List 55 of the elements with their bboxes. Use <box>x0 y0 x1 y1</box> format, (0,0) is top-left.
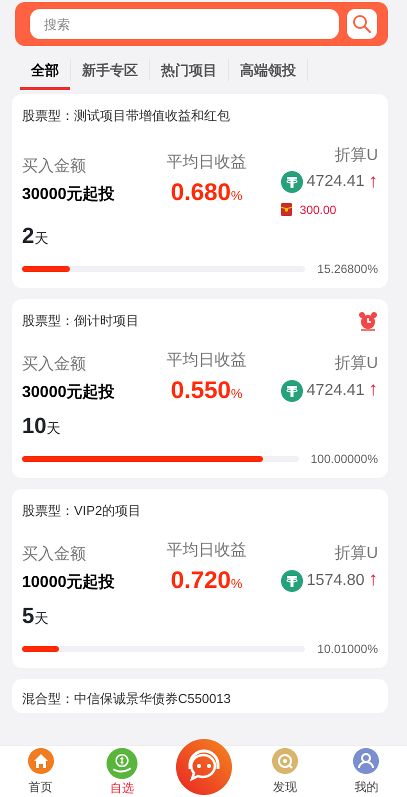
usdt-value: 4724.41 <box>306 172 364 192</box>
bonus-amount: 300.00 <box>300 202 336 218</box>
product-card[interactable]: 股票型：测试项目带增值收益和红包 买入金额 30000元起投 平均日收益 0.680% 折算U 4724.41 ↑ 300.00 2天 15.26800% <box>12 94 388 288</box>
amount-label: 买入金额 <box>22 354 87 374</box>
daily-rate: 0.550% <box>170 376 242 406</box>
convert-label: 折算U <box>334 354 378 374</box>
product-title: 股票型：测试项目带增值收益和红包 <box>22 107 230 126</box>
usdt-value: 4724.41 <box>306 380 364 400</box>
search-button[interactable] <box>347 9 377 39</box>
product-card[interactable]: 股票型：VIP2的项目 买入金额 10000元起投 平均日收益 0.720% 折算U 1574.80 ↑ 5天 10.01000% <box>12 488 388 668</box>
min-amount: 10000元起投 <box>22 572 114 592</box>
tab[interactable]: 热门项目 <box>150 50 228 90</box>
search-field[interactable]: 搜索 <box>30 9 339 39</box>
nav-tab[interactable]: 首页 <box>0 745 82 797</box>
convert-label: 折算U <box>334 544 378 564</box>
product-card[interactable]: 混合型：中信保诚景华债券C550013 <box>12 678 388 712</box>
tab[interactable]: 高端领投 <box>229 50 307 90</box>
daily-rate: 0.680% <box>170 178 242 208</box>
amount-label: 买入金额 <box>22 544 87 564</box>
trend-arrow: ↑ <box>368 378 378 402</box>
product-title: 混合型：中信保诚景华债券C550013 <box>22 690 231 708</box>
trend-arrow: ↑ <box>368 568 378 592</box>
progress-percent: 100.00000% <box>310 450 378 468</box>
progress-percent: 10.01000% <box>317 640 378 658</box>
product-title: 股票型：VIP2的项目 <box>22 502 142 520</box>
nav-tab[interactable]: 自选 <box>81 745 163 797</box>
daily-rate: 0.720% <box>170 566 242 596</box>
usdt-value: 1574.80 <box>306 570 364 590</box>
discover-icon <box>272 748 298 774</box>
rate-label: 平均日收益 <box>166 350 247 370</box>
term-days: 2天 <box>22 218 378 252</box>
trend-arrow: ↑ <box>368 170 378 194</box>
rate-label: 平均日收益 <box>166 540 247 560</box>
rate-label: 平均日收益 <box>166 153 247 174</box>
min-amount: 30000元起投 <box>22 184 114 206</box>
term-days: 10天 <box>22 408 378 442</box>
tab[interactable]: 新手专区 <box>71 50 149 90</box>
tether-icon <box>280 171 303 194</box>
service-button[interactable] <box>176 737 232 797</box>
user-icon <box>353 748 380 774</box>
home-icon <box>28 748 54 774</box>
product-title: 股票型：倒计时项目 <box>22 312 139 330</box>
product-card[interactable]: 股票型：倒计时项目 买入金额 30000元起投 平均日收益 0.550% 折算U 4724.41 ↑ 10天 100.00000% <box>12 298 388 478</box>
nav-tab[interactable]: 我的 <box>326 745 407 797</box>
nav-tab[interactable]: 发现 <box>244 745 326 797</box>
progress-percent: 15.26800% <box>317 260 378 278</box>
search-icon <box>352 14 372 34</box>
amount-label: 买入金额 <box>22 156 87 178</box>
tether-icon <box>280 570 303 592</box>
term-days: 5天 <box>22 598 378 632</box>
min-amount: 30000元起投 <box>22 382 114 402</box>
tether-icon <box>280 380 303 402</box>
convert-label: 折算U <box>334 146 378 166</box>
coin-hand-icon <box>106 748 138 779</box>
envelope-icon <box>280 203 292 216</box>
